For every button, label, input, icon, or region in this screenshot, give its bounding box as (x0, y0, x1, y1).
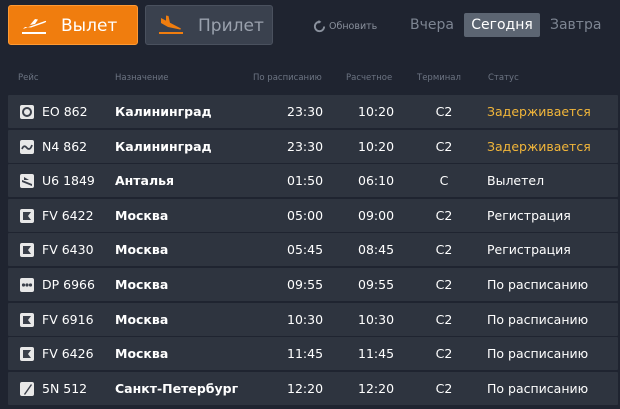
column-header-terminal: Терминал (417, 73, 461, 83)
status: Задерживается (487, 104, 591, 119)
day-tomorrow[interactable]: Завтра (550, 13, 601, 37)
terminal: C2 (435, 277, 453, 292)
flight-row[interactable]: EO 862 Калининград 23:30 10:20 C2 Задерживает… (8, 95, 618, 128)
scheduled-time: 23:30 (287, 104, 324, 119)
scheduled-time: 10:30 (287, 311, 324, 327)
flight-row[interactable]: N4 862 Калининград 23:30 10:20 C2 Задерживает… (8, 129, 618, 163)
refresh-label: Обновить (329, 20, 378, 32)
status: Задерживается (487, 138, 591, 154)
scheduled-time: 05:45 (287, 242, 324, 258)
plane-landing-icon (159, 15, 183, 34)
destination: Калининград (115, 138, 212, 154)
destination: Санкт-Петербург (115, 380, 239, 396)
status: Регистрация (487, 207, 571, 223)
flag-logo-icon (20, 312, 34, 327)
column-header-flight: Рейс (18, 73, 39, 83)
column-header-status: Статус (488, 73, 519, 83)
flight-number: DP 6966 (42, 277, 95, 292)
day-today[interactable]: Сегодня (464, 13, 540, 37)
refresh-button[interactable]: Обновить (313, 18, 377, 34)
scheduled-time: 12:20 (287, 380, 324, 396)
departures-tab[interactable]: Вылет (8, 5, 138, 45)
arrivals-tab[interactable]: Прилет (145, 5, 273, 45)
slash-logo-icon (20, 381, 34, 396)
estimated-time: 06:10 (358, 173, 395, 189)
flight-row[interactable]: DP 6966 Москва 09:55 09:55 C2 По расписанию (8, 268, 618, 301)
day-yesterday[interactable]: Вчера (410, 13, 454, 37)
circle-logo-icon (20, 105, 34, 119)
terminal: C2 (435, 104, 453, 119)
flight-number: FV 6422 (42, 207, 94, 223)
terminal: C (439, 173, 449, 189)
flight-number: N4 862 (42, 138, 88, 154)
status: Вылетел (487, 173, 545, 189)
scheduled-time: 01:50 (287, 173, 324, 189)
status: По расписанию (487, 277, 589, 292)
estimated-time: 09:55 (358, 277, 395, 292)
flag-logo-icon (20, 208, 34, 223)
flight-row[interactable]: FV 6916 Москва 10:30 10:30 C2 По расписанию (8, 302, 618, 336)
estimated-time: 10:30 (358, 311, 395, 327)
terminal: C2 (435, 380, 453, 396)
wave-logo-icon (20, 139, 34, 154)
flight-row[interactable]: FV 6422 Москва 05:00 09:00 C2 Регистрация (8, 198, 618, 232)
column-header-scheduled: По расписанию (253, 73, 322, 83)
destination: Москва (115, 311, 169, 327)
destination: Анталья (115, 173, 175, 189)
flight-board: Вылет Прилет Обновить Вчера Сегодня Завт… (0, 0, 620, 409)
estimated-time: 10:20 (358, 138, 395, 154)
destination: Москва (115, 242, 169, 258)
destination: Калининград (115, 104, 212, 119)
flight-number: FV 6426 (42, 346, 94, 362)
scheduled-time: 23:30 (287, 138, 324, 154)
wing-logo-icon (20, 174, 34, 189)
flight-row[interactable]: 5N 512 Санкт-Петербург 12:20 12:20 C2 По расп… (8, 371, 618, 405)
estimated-time: 08:45 (358, 242, 395, 258)
estimated-time: 10:20 (358, 104, 395, 119)
plane-takeoff-icon (22, 19, 47, 34)
flight-number: U6 1849 (42, 173, 95, 189)
status: По расписанию (487, 346, 589, 362)
estimated-time: 12:20 (358, 380, 395, 396)
estimated-time: 09:00 (358, 207, 395, 223)
flag-logo-icon (20, 347, 34, 362)
terminal: C2 (435, 242, 453, 258)
destination: Москва (115, 277, 169, 292)
flight-row[interactable]: U6 1849 Анталья 01:50 06:10 C Вылетел (8, 164, 618, 198)
status: Регистрация (487, 242, 571, 258)
flight-row[interactable]: FV 6430 Москва 05:45 08:45 C2 Регистрация (8, 233, 618, 267)
flight-number: FV 6430 (42, 242, 94, 258)
status: По расписанию (487, 311, 589, 327)
terminal: C2 (435, 346, 453, 362)
estimated-time: 11:45 (358, 346, 395, 362)
flag-logo-icon (20, 243, 34, 258)
destination: Москва (115, 207, 169, 223)
column-header-estimated: Расчетное (346, 73, 393, 83)
terminal: C2 (435, 207, 453, 223)
departures-tab-label: Вылет (61, 16, 118, 36)
scheduled-time: 11:45 (287, 346, 324, 362)
flight-number: FV 6916 (42, 311, 94, 327)
scheduled-time: 05:00 (287, 207, 324, 223)
flight-number: 5N 512 (42, 380, 88, 396)
flight-row[interactable]: FV 6426 Москва 11:45 11:45 C2 По расписанию (8, 337, 618, 371)
destination: Москва (115, 346, 169, 362)
terminal: C2 (435, 311, 453, 327)
arrivals-tab-label: Прилет (198, 16, 264, 36)
dots-logo-icon (20, 278, 34, 292)
flight-number: EO 862 (42, 104, 88, 119)
status: По расписанию (487, 380, 589, 396)
column-header-destination: Назначение (115, 73, 169, 83)
refresh-icon (313, 19, 326, 32)
terminal: C2 (435, 138, 453, 154)
scheduled-time: 09:55 (287, 277, 324, 292)
